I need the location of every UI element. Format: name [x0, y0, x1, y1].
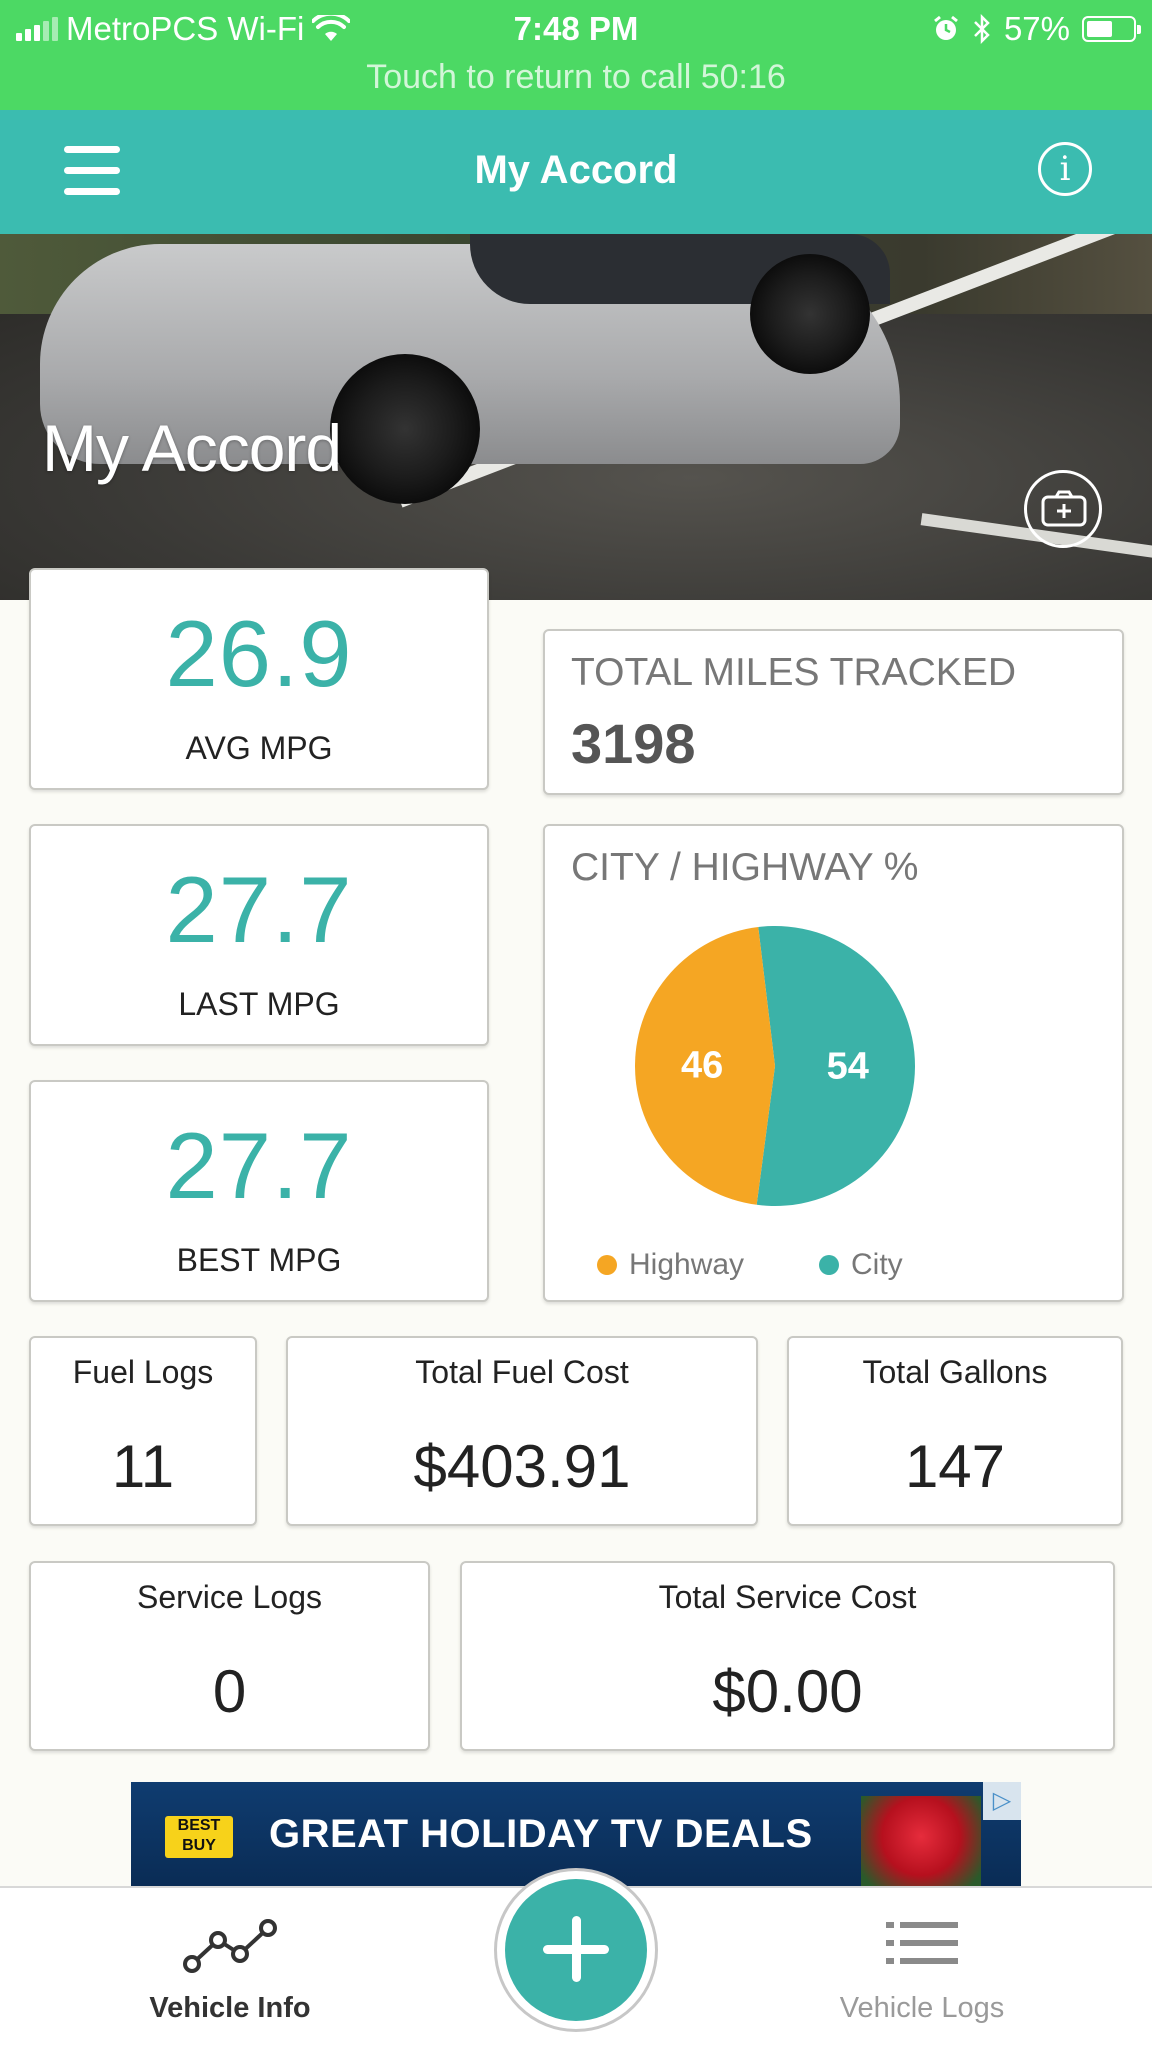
city-highway-card: CITY / HIGHWAY % 54 46 Highway City [543, 824, 1124, 1302]
city-highway-label: CITY / HIGHWAY % [571, 846, 919, 889]
tab-vehicle-logs[interactable]: Vehicle Logs [772, 1888, 1072, 2050]
city-dot-icon [819, 1255, 839, 1275]
total-service-cost-value: $0.00 [712, 1658, 863, 1725]
service-logs-value: 0 [212, 1658, 247, 1725]
return-to-call-banner[interactable]: Touch to return to call 50:16 [0, 58, 1152, 97]
fuel-logs-value: 11 [111, 1433, 175, 1500]
city-highway-pie-chart: 54 46 [634, 926, 915, 1206]
best-mpg-value: 27.7 [165, 1113, 353, 1218]
adchoices-icon[interactable]: ▷ [983, 1782, 1021, 1820]
legend-city: City [819, 1248, 903, 1282]
total-miles-card: TOTAL MILES TRACKED 3198 [543, 629, 1124, 795]
avg-mpg-label: AVG MPG [185, 730, 333, 766]
status-bar: MetroPCS Wi-Fi 7:48 PM 57% Touch to retu… [0, 0, 1152, 110]
list-icon [886, 1922, 958, 1964]
avg-mpg-value: 26.9 [165, 601, 353, 706]
service-logs-card[interactable]: Service Logs 0 [29, 1561, 430, 1751]
ad-image [861, 1796, 981, 1886]
last-mpg-card: 27.7 LAST MPG [29, 824, 489, 1046]
total-gallons-card: Total Gallons 147 [787, 1336, 1123, 1526]
best-mpg-card: 27.7 BEST MPG [29, 1080, 489, 1302]
total-service-cost-label: Total Service Cost [658, 1579, 917, 1615]
total-miles-value: 3198 [571, 712, 696, 775]
fuel-logs-label: Fuel Logs [72, 1354, 214, 1390]
vehicle-photo: My Accord [0, 234, 1152, 600]
add-log-button[interactable] [494, 1868, 658, 2032]
page-title: My Accord [474, 148, 678, 192]
legend-highway: Highway [597, 1248, 744, 1282]
last-mpg-label: LAST MPG [178, 986, 340, 1022]
battery-icon [1082, 16, 1141, 42]
best-mpg-label: BEST MPG [176, 1242, 342, 1278]
tab-vehicle-logs-label: Vehicle Logs [839, 1992, 1005, 2024]
total-gallons-label: Total Gallons [862, 1354, 1048, 1390]
bluetooth-icon [974, 14, 990, 44]
avg-mpg-card: 26.9 AVG MPG [29, 568, 489, 790]
ad-text: GREAT HOLIDAY TV DEALS [269, 1812, 813, 1856]
last-mpg-value: 27.7 [165, 857, 353, 962]
total-fuel-cost-value: $403.91 [413, 1433, 631, 1500]
info-icon[interactable]: i [1038, 142, 1092, 196]
tab-vehicle-info-label: Vehicle Info [149, 1992, 311, 2024]
battery-percent: 57% [1003, 10, 1070, 47]
tab-vehicle-info[interactable]: Vehicle Info [80, 1888, 380, 2050]
legend-highway-label: Highway [629, 1248, 745, 1281]
bestbuy-logo: BEST BUY [165, 1816, 233, 1858]
camera-add-icon[interactable] [1024, 470, 1102, 548]
legend-city-label: City [851, 1248, 903, 1281]
total-fuel-cost-label: Total Fuel Cost [415, 1354, 629, 1390]
pie-slice-highway-label: 46 [681, 1045, 723, 1087]
total-gallons-value: 147 [904, 1433, 1006, 1500]
pie-slice-city-label: 54 [827, 1045, 869, 1087]
alarm-icon [934, 15, 958, 40]
fuel-logs-card[interactable]: Fuel Logs 11 [29, 1336, 257, 1526]
plus-icon [505, 1879, 647, 2021]
total-miles-label: TOTAL MILES TRACKED [571, 651, 1016, 694]
vehicle-name: My Accord [42, 411, 342, 485]
total-service-cost-card: Total Service Cost $0.00 [460, 1561, 1115, 1751]
line-chart-icon [183, 1919, 277, 1973]
service-logs-label: Service Logs [137, 1579, 322, 1615]
highway-dot-icon [597, 1255, 617, 1275]
total-fuel-cost-card: Total Fuel Cost $403.91 [286, 1336, 758, 1526]
nav-bar: My Accord i [0, 110, 1152, 234]
